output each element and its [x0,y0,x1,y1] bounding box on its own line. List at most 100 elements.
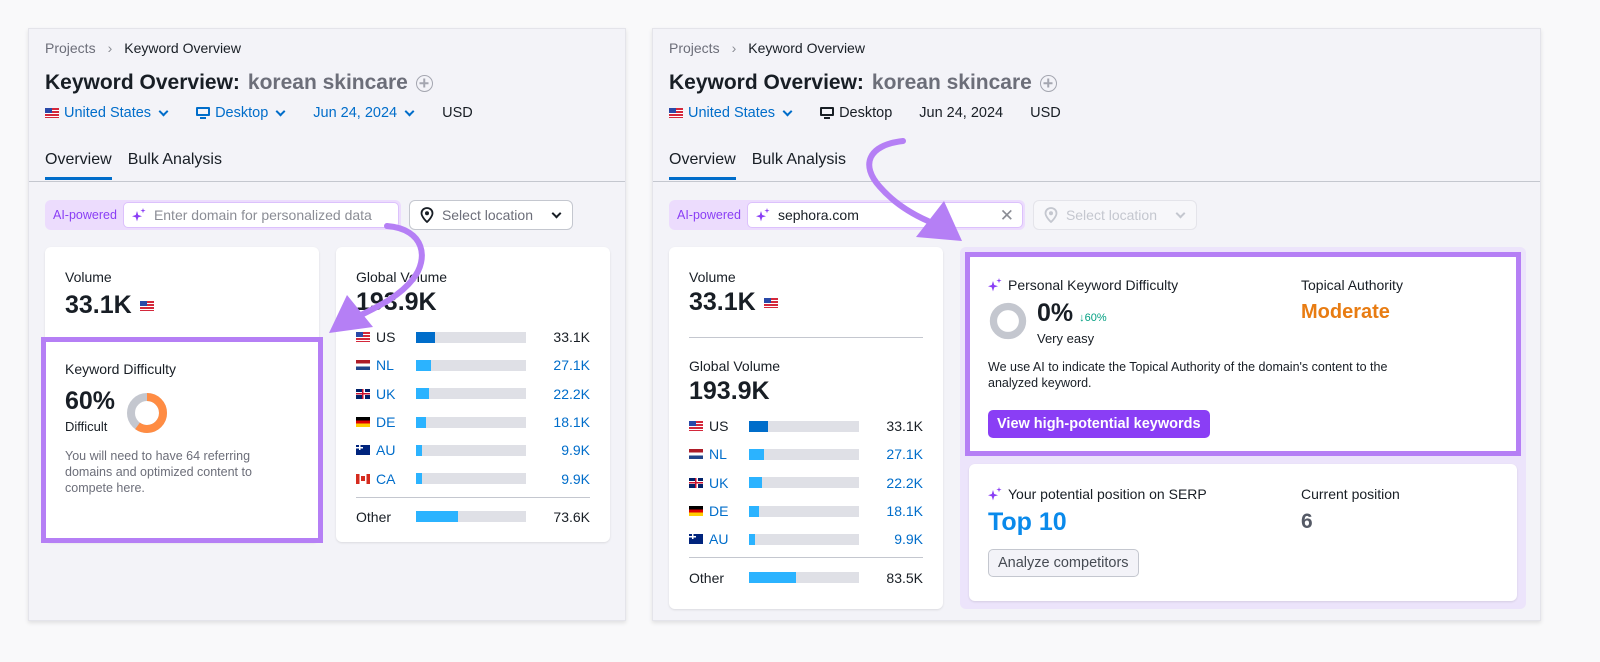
country-code[interactable]: UK [709,475,749,491]
tab-overview[interactable]: Overview [669,151,736,180]
device-value: Desktop [839,105,893,121]
breadcrumb-current: Keyword Overview [124,40,241,56]
country-volume-value[interactable]: 9.9K [561,442,590,458]
page-title: Keyword Overview: korean skincare [45,71,433,95]
chevron-down-icon [158,106,169,116]
serp-position-card: Your potential position on SERP Top 10 C… [969,464,1517,601]
country-code[interactable]: AU [376,442,416,458]
country-code[interactable]: DE [709,503,749,519]
global-volume-value: 193.9K [356,288,437,316]
currency-value: USD [442,105,473,121]
country-code: US [376,329,396,346]
country-code[interactable]: AU [709,531,749,547]
country-volume-value: 33.1K [553,329,590,346]
volume-card: Volume 33.1K Global Volume 193.9K US 33.1… [669,247,943,609]
country-volume-row-au: AU 9.9K [689,525,923,553]
breadcrumb-projects[interactable]: Projects [45,40,96,56]
volume-bar [749,477,859,489]
personal-kd-delta: ↓60% [1079,312,1107,324]
country-volume-value[interactable]: 22.2K [553,386,590,402]
domain-input[interactable]: sephora.com ✕ [746,202,1023,228]
global-volume-value: 193.9K [689,377,770,405]
country-dropdown[interactable]: United States [669,105,793,121]
card-divider [689,337,923,338]
tabs: Overview Bulk Analysis [669,151,846,180]
currency-value: USD [1030,105,1061,121]
kd-value: 60% [65,387,116,415]
title-prefix: Keyword Overview: [669,71,864,94]
filters-bar: United States Desktop Jun 24, 2024 USD [669,105,1088,121]
date-dropdown[interactable]: Jun 24, 2024 [313,105,415,121]
annotation-arrow-right [866,138,962,241]
country-volume-row-other: Other 73.6K [356,503,590,531]
ai-domain-field: AI-powered sephora.com ✕ [669,200,1025,230]
location-select[interactable]: Select location [408,200,573,230]
keyword-overview-panel-before: Projects › Keyword Overview Keyword Over… [28,28,626,621]
country-code[interactable]: NL [709,446,749,462]
kd-level: Difficult [65,419,108,434]
current-position-value: 6 [1301,510,1313,533]
country-volume-value[interactable]: 27.1K [886,446,923,462]
country-volume-row-uk: UK 22.2K [356,380,590,408]
location-select[interactable]: Select location [1032,200,1197,230]
current-position-label: Current position [1301,486,1400,502]
kd-description: You will need to have 64 referring domai… [65,449,252,495]
personal-kd-level: Very easy [1037,331,1095,346]
country-volume-row-au: AU 9.9K [356,436,590,464]
volume-bar [416,444,526,456]
date-label: Jun 24, 2024 [919,105,1003,121]
country-code[interactable]: NL [376,357,416,373]
title-prefix: Keyword Overview: [45,71,240,94]
country-code[interactable]: UK [376,386,416,402]
country-volume-row-nl: NL 27.1K [356,351,590,379]
view-high-potential-keywords-button[interactable]: View high-potential keywords [988,410,1210,438]
breadcrumb-projects[interactable]: Projects [669,40,720,56]
topical-authority-label: Topical Authority [1301,277,1403,293]
tab-bulk-analysis[interactable]: Bulk Analysis [128,151,222,180]
device-label: Desktop [820,105,892,121]
volume-bar [416,359,526,371]
country-volume-row-nl: NL 27.1K [689,440,923,468]
country-volume-value[interactable]: 27.1K [553,357,590,373]
country-code[interactable]: DE [376,414,416,430]
country-volume-value[interactable]: 9.9K [894,531,923,547]
add-to-list-icon[interactable] [1039,74,1057,92]
volume-bar-fill [749,533,755,545]
chevron-down-icon [275,106,286,116]
country-volume-value[interactable]: 18.1K [886,503,923,519]
us-flag-icon [356,332,370,343]
tab-overview[interactable]: Overview [45,151,112,180]
country-volume-value[interactable]: 18.1K [553,414,590,430]
volume-number: 33.1K [689,288,756,316]
volume-kd-card: Volume 33.1K Keyword Difficulty 60% Diff… [45,247,319,542]
tab-bulk-analysis[interactable]: Bulk Analysis [752,151,846,180]
chevron-down-icon [782,106,793,116]
us-flag-icon [45,108,59,118]
donut-track [989,302,1027,340]
analyze-competitors-button[interactable]: Analyze competitors [988,549,1139,577]
country-volume-value[interactable]: 9.9K [561,471,590,487]
domain-input[interactable]: Enter domain for personalized data [122,202,399,228]
ca-flag-icon [356,473,370,484]
country-code: US [709,418,729,435]
chevron-right-icon: › [731,40,737,56]
country-volume-value[interactable]: 22.2K [886,475,923,491]
location-placeholder: Select location [441,207,533,223]
au-flag-icon [356,445,370,456]
keyword-overview-panel-after: Projects › Keyword Overview Keyword Over… [652,28,1541,621]
chevron-down-icon [551,208,562,218]
clear-icon[interactable]: ✕ [1000,207,1014,224]
add-to-list-icon[interactable] [415,74,433,92]
country-code[interactable]: CA [376,471,416,487]
volume-bar [416,416,526,428]
volume-bar-fill [749,477,762,489]
country-dropdown[interactable]: United States [45,105,169,121]
device-dropdown[interactable]: Desktop [196,105,286,121]
au-flag-icon [689,534,703,545]
currency-label: USD [1030,105,1061,121]
desktop-icon [196,106,211,120]
volume-bar [416,473,526,485]
desktop-icon [820,106,835,120]
global-volume-label: Global Volume [689,358,781,374]
ai-personalization-row: AI-powered Enter domain for personalized… [45,200,573,230]
